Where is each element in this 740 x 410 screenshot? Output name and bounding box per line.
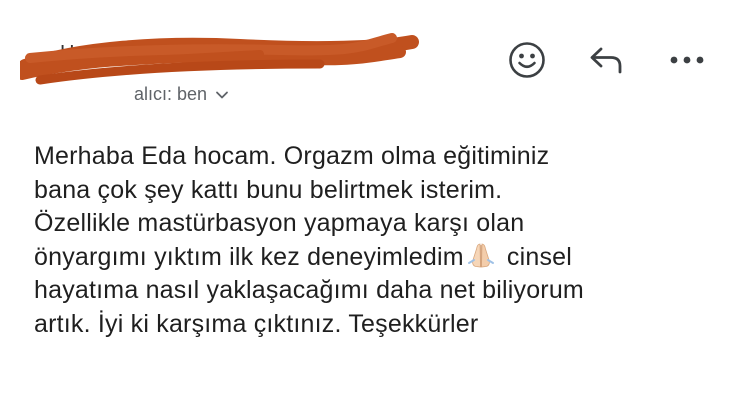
recipient-label: alıcı: ben bbox=[134, 84, 208, 104]
message-body: Merhaba Eda hocam. Orgazm olma eğitimini… bbox=[34, 140, 714, 341]
more-horizontal-icon bbox=[670, 56, 704, 64]
recipient-toggle[interactable]: alıcı: ben bbox=[134, 84, 229, 105]
sender-line[interactable]: Hocam Eda 17:30 bbox=[20, 28, 420, 85]
more-options-button[interactable] bbox=[660, 38, 714, 82]
smiley-icon bbox=[509, 42, 545, 78]
reply-button[interactable] bbox=[580, 38, 634, 82]
add-reaction-button[interactable] bbox=[500, 38, 554, 82]
message-line: Merhaba Eda hocam. Orgazm olma eğitimini… bbox=[34, 142, 550, 170]
message-segment: cinsel bbox=[499, 242, 573, 271]
message-line: hayatıma nasıl yaklaşacağımı daha net bi… bbox=[34, 276, 584, 304]
message-actions bbox=[500, 38, 714, 82]
chevron-down-icon bbox=[216, 91, 228, 98]
message-line: Özellikle mastürbasyon yapmaya karşı ola… bbox=[34, 209, 525, 237]
message-time: 17:30 bbox=[350, 40, 401, 62]
email-header: Hocam Eda 17:30 alıcı: ben bbox=[0, 0, 740, 120]
message-segment: önyargımı yıktım ilk kez deneyimledim bbox=[34, 242, 464, 271]
message-line: artık. İyi ki karşıma çıktınız. Teşekkür… bbox=[34, 309, 479, 338]
sender-name[interactable]: Hocam Eda bbox=[60, 42, 165, 65]
reply-icon bbox=[590, 47, 622, 74]
folded-hands-emoji bbox=[467, 243, 494, 267]
message-line: önyargımı yıktım ilk kez deneyimledim ci… bbox=[34, 241, 714, 275]
message-line: bana çok şey kattı bunu belirtmek isteri… bbox=[34, 175, 503, 204]
